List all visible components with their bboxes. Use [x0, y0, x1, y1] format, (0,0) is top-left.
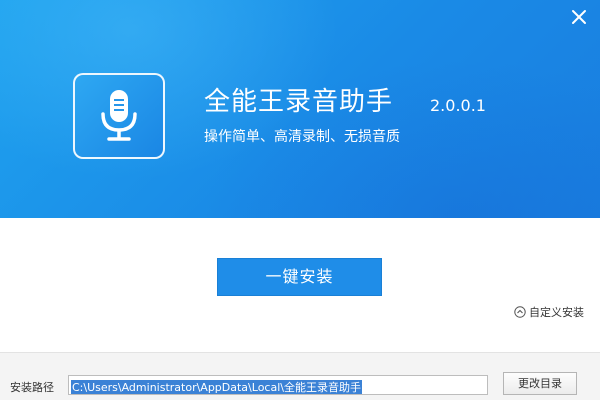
install-path-value: C:\Users\Administrator\AppData\Local\全能王…: [71, 380, 362, 394]
custom-install-toggle[interactable]: 自定义安装: [514, 304, 584, 320]
installer-window: 全能王录音助手 2.0.0.1 操作简单、高清录制、无损音质 一键安装 自定义安…: [0, 0, 600, 400]
app-tagline: 操作简单、高清录制、无损音质: [204, 129, 400, 145]
chevron-up-circle-icon: [514, 306, 526, 318]
close-icon: [572, 10, 586, 24]
header-banner: 全能王录音助手 2.0.0.1 操作简单、高清录制、无损音质: [0, 0, 600, 218]
install-path-label: 安装路径: [10, 381, 54, 394]
app-title: 全能王录音助手: [204, 87, 394, 117]
footer-bar: 安装路径 C:\Users\Administrator\AppData\Loca…: [0, 352, 600, 400]
one-click-install-button[interactable]: 一键安装: [217, 258, 382, 296]
install-path-input[interactable]: C:\Users\Administrator\AppData\Local\全能王…: [68, 375, 488, 395]
custom-install-label: 自定义安装: [529, 306, 584, 319]
change-directory-button[interactable]: 更改目录: [503, 372, 577, 395]
app-version: 2.0.0.1: [430, 96, 486, 115]
microphone-icon: [101, 90, 137, 141]
app-icon: [73, 73, 165, 159]
close-button[interactable]: [568, 6, 590, 28]
